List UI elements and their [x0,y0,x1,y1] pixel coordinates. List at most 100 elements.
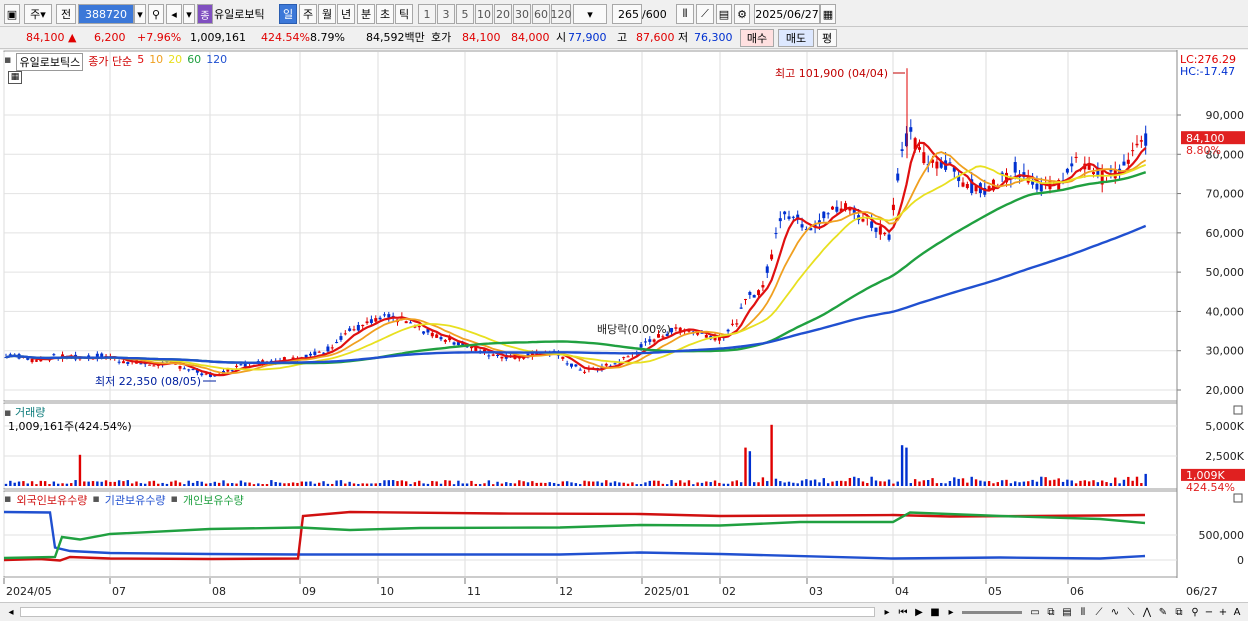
period-month[interactable]: 월 [318,4,336,24]
layout-icon-3[interactable]: ▤ [1060,605,1074,619]
chart-area[interactable]: 2024/05 07 08 09 10 11 12 2025/01 02 03 04 05 06 06/2… [0,50,1248,602]
candle-body-111 [487,355,491,357]
date-input[interactable]: 2025/06/27 [754,4,820,24]
volume-bar-93 [409,484,412,486]
scroll-track[interactable] [20,607,875,617]
interval-10[interactable]: 10 [475,4,493,24]
legend-institution: 기관보유수량 [104,494,166,507]
market-select[interactable]: 주 ▾ [24,4,52,24]
search-icon[interactable]: ⚲ [148,4,164,24]
grid-toggle-icon[interactable]: ▦ [8,71,22,84]
zoom-icon[interactable]: ⚲ [1188,605,1202,619]
interval-30[interactable]: 30 [513,4,531,24]
calendar-icon[interactable]: ▦ [820,4,836,24]
count-input[interactable]: 265 [612,4,642,24]
candle-body-114 [500,356,504,359]
period-second[interactable]: 초 [376,4,394,24]
volume-bar-184 [805,479,808,486]
interval-1[interactable]: 1 [418,4,436,24]
count-total: /600 [642,7,667,21]
buy-button[interactable]: 매수 [740,29,774,47]
volume-bar-30 [135,481,138,486]
interval-5[interactable]: 5 [456,4,474,24]
candle-body-138 [604,363,608,366]
volume-bar-236 [1031,479,1034,486]
volume-bar-73 [322,481,325,486]
scroll-left-icon[interactable]: ◂ [4,605,18,619]
volume-bar-171 [748,451,752,486]
interval-dropdown[interactable]: ▾ [573,4,607,24]
volume-bar-75 [331,483,334,486]
x-label-0: 2024/05 [6,585,52,598]
volume-bar-52 [231,483,234,486]
play-icon[interactable]: ▶ [912,605,926,619]
line-tool-icon[interactable]: ⟋ [696,4,714,24]
interval-60[interactable]: 60 [532,4,550,24]
trade-amount: 84,592백만 [366,31,425,44]
period-day[interactable]: 일 [279,4,297,24]
save-icon[interactable]: ▤ [716,4,732,24]
y-label-3: 60,000 [1206,227,1245,240]
candle-body-143 [626,356,630,358]
pattern-icon[interactable]: ⋀ [1140,605,1154,619]
bottom-scrollbar[interactable]: ◂ ▸ ⏮ ▶ ■ ▸ ▭ ⧉ ▤ ⫴ ⟋ ∿ ⟍ ⋀ ✎ ⧉ ⚲ − + A [0,602,1248,621]
candle-icon[interactable]: ⫴ [676,4,694,24]
legend-ma20: 20 [168,53,183,66]
scroll-right-icon[interactable]: ▸ [880,605,894,619]
volume-bar-170 [744,447,747,486]
interval-20[interactable]: 20 [494,4,512,24]
candle-body-148 [648,339,652,342]
chart-svg[interactable]: 2024/05 07 08 09 10 11 12 2025/01 02 03 04 05 06 06/2… [0,50,1248,602]
x-label-3: 09 [302,585,316,598]
stop-icon[interactable]: ■ [928,605,942,619]
code-dropdown-icon[interactable]: ▾ [134,4,146,24]
candle-body-261 [1139,140,1143,142]
zoom-out-icon[interactable]: − [1202,605,1216,619]
candle-body-54 [239,364,243,366]
interval-120[interactable]: 120 [551,4,572,24]
layout-icon-2[interactable]: ⧉ [1044,605,1058,619]
stock-badge: 종 [197,4,213,24]
candle-body-245 [1070,163,1074,167]
volume-bar-186 [813,479,817,486]
stock-code-input[interactable]: 388720 [78,4,134,24]
sound-icon[interactable]: ◂ [166,4,182,24]
volume-bar-107 [470,480,473,486]
period-week[interactable]: 주 [299,4,317,24]
chart-type-icon[interactable]: ⫴ [1076,605,1090,619]
candle-body-147 [643,341,647,343]
candle-body-232 [1013,162,1017,173]
layout-icon-1[interactable]: ▭ [1028,605,1042,619]
wave-icon[interactable]: ∿ [1108,605,1122,619]
legend-ma120: 120 [206,53,228,66]
period-tick[interactable]: 틱 [395,4,413,24]
forward-icon[interactable]: ▸ [944,605,958,619]
copy-icon[interactable]: ⧉ [1172,605,1186,619]
x-label-6: 12 [559,585,573,598]
interval-3[interactable]: 3 [437,4,455,24]
volume-bar-70 [309,481,312,486]
volume-bar-31 [139,483,143,486]
pencil-icon[interactable]: ✎ [1156,605,1170,619]
legend-foreign: 외국인보유수량 [16,494,88,507]
trend-icon[interactable]: ⟋ [1092,605,1106,619]
gear-icon[interactable]: ⚙ [734,4,750,24]
period-year[interactable]: 년 [337,4,355,24]
legend-stock-name[interactable]: 유일로보틱스 [16,53,84,71]
volume-bar-21 [96,481,99,486]
eval-button[interactable]: 평 [817,29,837,47]
zoom-slider[interactable] [962,611,1022,614]
volume-bar-245 [1070,480,1073,486]
draw-icon[interactable]: ⟍ [1124,605,1138,619]
history-dropdown-icon[interactable]: ▾ [183,4,195,24]
vol-y-label-1: 2,500K [1205,450,1244,463]
market2-button[interactable]: 전 [56,4,76,24]
candle-body-178 [778,218,782,222]
period-minute[interactable]: 분 [357,4,375,24]
window-menu-icon[interactable]: ▣ [4,4,20,24]
sell-button[interactable]: 매도 [778,29,814,47]
candle-body-168 [735,323,739,325]
font-size-icon[interactable]: A [1230,605,1244,619]
rewind-icon[interactable]: ⏮ [896,605,910,619]
zoom-in-icon[interactable]: + [1216,605,1230,619]
